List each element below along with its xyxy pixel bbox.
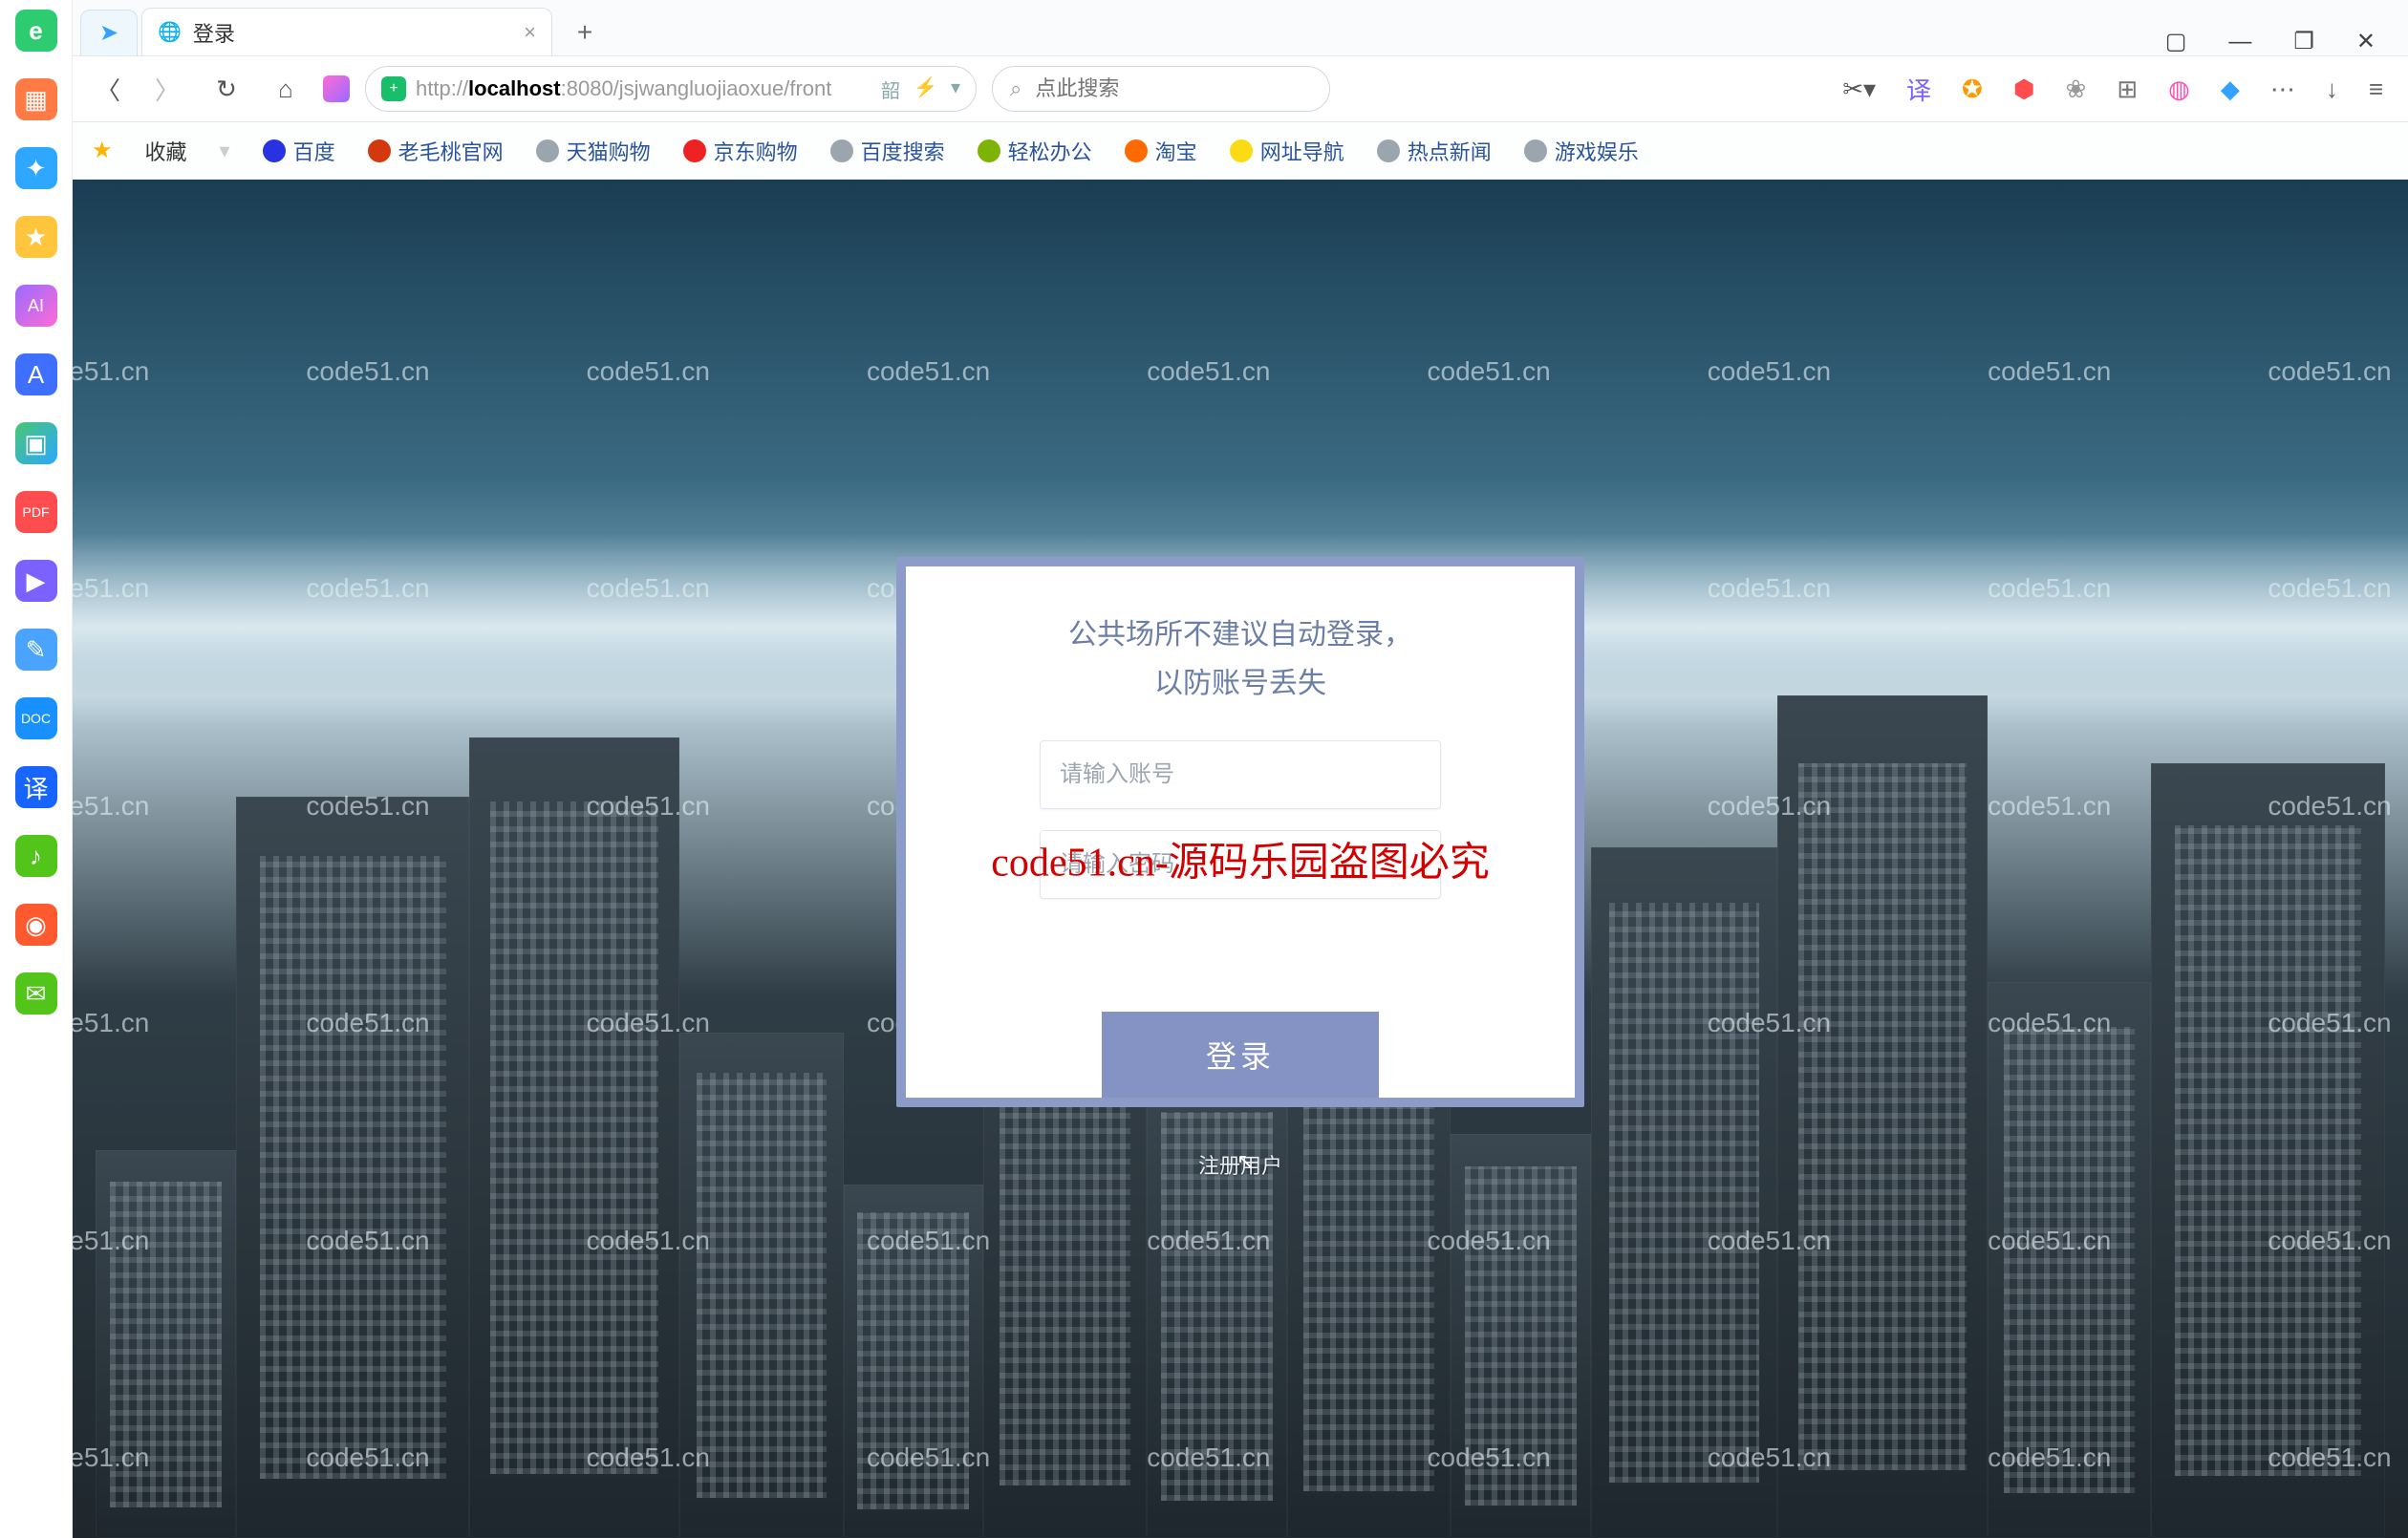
- circle-icon[interactable]: ◍: [2168, 75, 2190, 104]
- nav-icon: [1230, 139, 1253, 162]
- back-button[interactable]: 〈: [86, 67, 130, 111]
- bookmark-taobao[interactable]: 淘宝: [1125, 136, 1197, 166]
- search-input[interactable]: [1033, 75, 1312, 102]
- globe-icon: 🌐: [158, 20, 182, 44]
- scissors-icon[interactable]: ✂▾: [1842, 75, 1876, 104]
- taobao-icon: [1125, 139, 1148, 162]
- bookmark-nav[interactable]: 网址导航: [1230, 136, 1344, 166]
- sidebar-app-star-icon[interactable]: ★: [15, 216, 57, 258]
- favorites-star-icon[interactable]: ★: [92, 137, 113, 164]
- sidebar-app-translate-icon[interactable]: 译: [15, 766, 57, 808]
- translate-icon[interactable]: 译: [1906, 72, 1931, 107]
- sidebar-app-orange-icon[interactable]: ▦: [15, 78, 57, 120]
- toolbar-icons: ✂▾ 译 ✪ ⬢ ❀ ⊞ ◍ ◆ ⋯ ↓ ≡: [1842, 72, 2395, 107]
- news-icon: [1377, 139, 1400, 162]
- sidebar-app-pdf-icon[interactable]: PDF: [15, 491, 57, 533]
- watermark-center: code51.cn-源码乐园盗图必究: [991, 830, 1489, 888]
- sidebar-app-picture-icon[interactable]: ▣: [15, 422, 57, 464]
- sidebar-menu-icon[interactable]: ≡: [15, 1496, 57, 1538]
- pinned-tab[interactable]: ➤: [80, 10, 138, 55]
- bookmark-games[interactable]: 游戏娱乐: [1524, 136, 1639, 166]
- mouse-cursor-icon: ↖: [1236, 1149, 1254, 1174]
- window-controls: ▢ — ❐ ✕: [2165, 28, 2408, 55]
- favorites-label[interactable]: 收藏: [145, 136, 187, 166]
- page-viewport: code51.cncode51.cncode51.cncode51.cncode…: [73, 180, 2408, 1538]
- tab-close-icon[interactable]: ×: [524, 20, 536, 45]
- sidebar-app-game-icon[interactable]: ♪: [15, 835, 57, 877]
- sidebar-app-video-icon[interactable]: ▶: [15, 560, 57, 602]
- sidebar-app-ai-icon[interactable]: AI: [15, 285, 57, 327]
- address-text: http://localhost:8080/jsjwangluojiaoxue/…: [416, 76, 831, 101]
- address-bar[interactable]: + http://localhost:8080/jsjwangluojiaoxu…: [365, 66, 977, 112]
- login-tip: 公共场所不建议自动登录， 以防账号丢失: [1068, 610, 1412, 708]
- forward-button[interactable]: 〉: [145, 67, 189, 111]
- tab-strip: ➤ 🌐 登录 × + ▢ — ❐ ✕: [73, 0, 2408, 55]
- ai-addr-icon[interactable]: [323, 75, 350, 102]
- extension-icon[interactable]: ❀: [2066, 75, 2087, 104]
- app-sidebar: e ▦ ✦ ★ AI A ▣ PDF ▶ ✎ DOC 译 ♪ ◉ ✉ + ≡: [0, 0, 73, 1538]
- bookmark-news[interactable]: 热点新闻: [1377, 136, 1492, 166]
- browser-chrome: ➤ 🌐 登录 × + ▢ — ❐ ✕ 〈 〉 ↻ ⌂ + http://loca…: [73, 0, 2408, 180]
- username-input[interactable]: [1040, 740, 1441, 809]
- tab-title: 登录: [193, 17, 235, 48]
- more-icon[interactable]: ⋯: [2270, 75, 2295, 104]
- shield-icon[interactable]: ✪: [1962, 75, 1983, 104]
- address-row: 〈 〉 ↻ ⌂ + http://localhost:8080/jsjwangl…: [73, 55, 2408, 122]
- adblock-icon[interactable]: ⬢: [2013, 75, 2035, 104]
- reload-button[interactable]: ↻: [204, 67, 248, 111]
- bookmark-office[interactable]: 轻松办公: [978, 136, 1092, 166]
- diamond-icon[interactable]: ◆: [2221, 75, 2240, 104]
- sidebar-app-mail-icon[interactable]: ✉: [15, 972, 57, 1015]
- sidebar-add-icon[interactable]: +: [15, 1427, 57, 1469]
- address-tail-icons: 韶 ⚡ ▾: [881, 75, 960, 103]
- login-button[interactable]: 登录: [1102, 1012, 1379, 1098]
- games-icon: [1524, 139, 1547, 162]
- sidebar-app-af-icon[interactable]: A: [15, 353, 57, 395]
- addr-ext2-icon[interactable]: ⚡: [914, 75, 937, 103]
- apps-grid-icon[interactable]: ⊞: [2117, 75, 2138, 104]
- addr-dropdown-icon[interactable]: ▾: [951, 75, 960, 103]
- laomaotao-icon: [368, 139, 391, 162]
- bookmark-tmall[interactable]: 天猫购物: [536, 136, 651, 166]
- sidebar-app-doc-icon[interactable]: DOC: [15, 697, 57, 739]
- office-icon: [978, 139, 1000, 162]
- site-lock-icon: +: [381, 76, 406, 101]
- main-menu-icon[interactable]: ≡: [2369, 75, 2383, 104]
- tmall-icon: [536, 139, 559, 162]
- home-button[interactable]: ⌂: [264, 67, 308, 111]
- maximize-icon[interactable]: ❐: [2293, 28, 2314, 55]
- close-window-icon[interactable]: ✕: [2356, 28, 2376, 55]
- sidebar-app-weibo-icon[interactable]: ◉: [15, 904, 57, 946]
- bookmarks-bar: ★ 收藏 ▾ 百度 老毛桃官网 天猫购物 京东购物 百度搜索 轻松办公 淘宝 网…: [73, 122, 2408, 180]
- addr-ext1-icon[interactable]: 韶: [881, 75, 900, 103]
- bookmark-jd[interactable]: 京东购物: [683, 136, 798, 166]
- new-tab-button[interactable]: +: [562, 10, 608, 55]
- bookmark-laomaotao[interactable]: 老毛桃官网: [368, 136, 504, 166]
- baidu2-icon: [830, 139, 853, 162]
- active-tab[interactable]: 🌐 登录 ×: [141, 8, 552, 55]
- download-icon[interactable]: ↓: [2326, 75, 2338, 104]
- sidebar-app-assist-icon[interactable]: ✦: [15, 147, 57, 189]
- baidu-icon: [263, 139, 286, 162]
- search-icon: ⌕: [1010, 76, 1021, 101]
- layout-icon[interactable]: ▢: [2165, 28, 2187, 55]
- jd-icon: [683, 139, 706, 162]
- browser-logo-icon[interactable]: e: [15, 10, 57, 52]
- search-bar[interactable]: ⌕: [992, 66, 1330, 112]
- sidebar-app-note-icon[interactable]: ✎: [15, 629, 57, 671]
- minimize-icon[interactable]: —: [2228, 29, 2251, 55]
- bookmark-baidu[interactable]: 百度: [263, 136, 335, 166]
- bookmark-baidu-search[interactable]: 百度搜索: [830, 136, 945, 166]
